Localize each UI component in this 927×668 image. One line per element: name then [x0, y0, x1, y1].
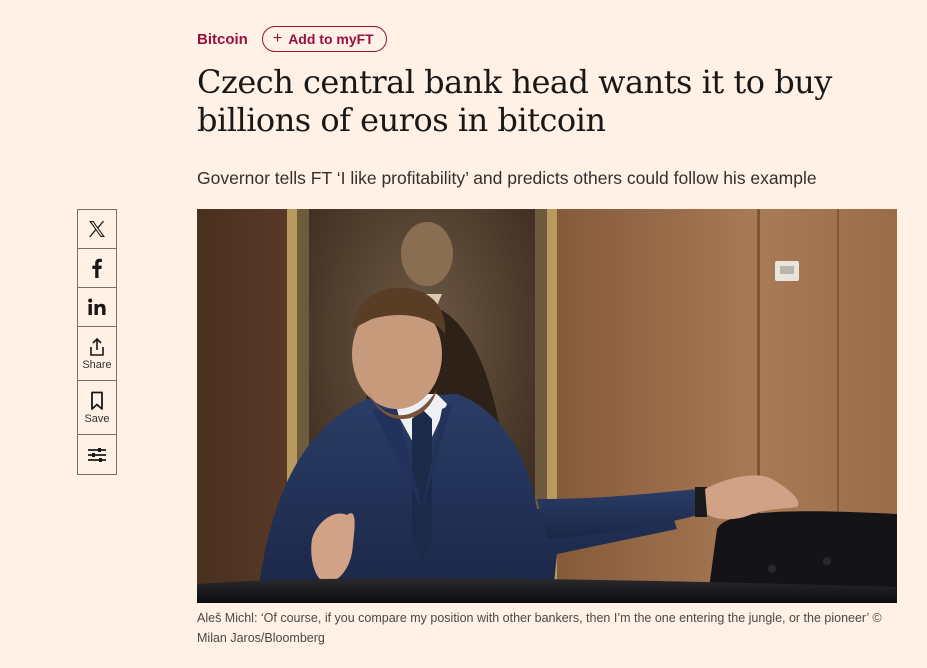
bookmark-icon	[91, 391, 103, 410]
share-on-facebook-button[interactable]	[78, 249, 116, 288]
sliders-icon	[88, 447, 106, 462]
article-photo	[197, 209, 897, 603]
article-settings-button[interactable]	[78, 435, 116, 474]
facebook-icon	[92, 258, 102, 278]
plus-icon: +	[272, 30, 283, 47]
x-logo-icon	[89, 221, 105, 237]
share-on-x-button[interactable]	[78, 210, 116, 249]
article-standfirst: Governor tells FT ‘I like profitability’…	[197, 168, 817, 188]
topic-row: Bitcoin + Add to myFT	[197, 25, 387, 53]
image-caption: Aleš Michl: ‘Of course, if you compare m…	[197, 611, 882, 645]
share-toolbar: Share Save	[77, 209, 117, 475]
share-button[interactable]: Share	[78, 327, 116, 381]
topic-link-bitcoin[interactable]: Bitcoin	[197, 31, 248, 48]
linkedin-icon	[88, 298, 106, 315]
share-on-linkedin-button[interactable]	[78, 288, 116, 327]
save-button[interactable]: Save	[78, 381, 116, 435]
share-label: Share	[82, 358, 112, 371]
article-headline: Czech central bank head wants it to buy …	[197, 63, 832, 139]
add-to-myft-label: Add to myFT	[288, 31, 374, 47]
add-to-myft-button[interactable]: + Add to myFT	[261, 26, 387, 52]
save-label: Save	[84, 412, 110, 425]
article-main-image	[197, 209, 897, 603]
share-upload-icon	[90, 337, 104, 356]
